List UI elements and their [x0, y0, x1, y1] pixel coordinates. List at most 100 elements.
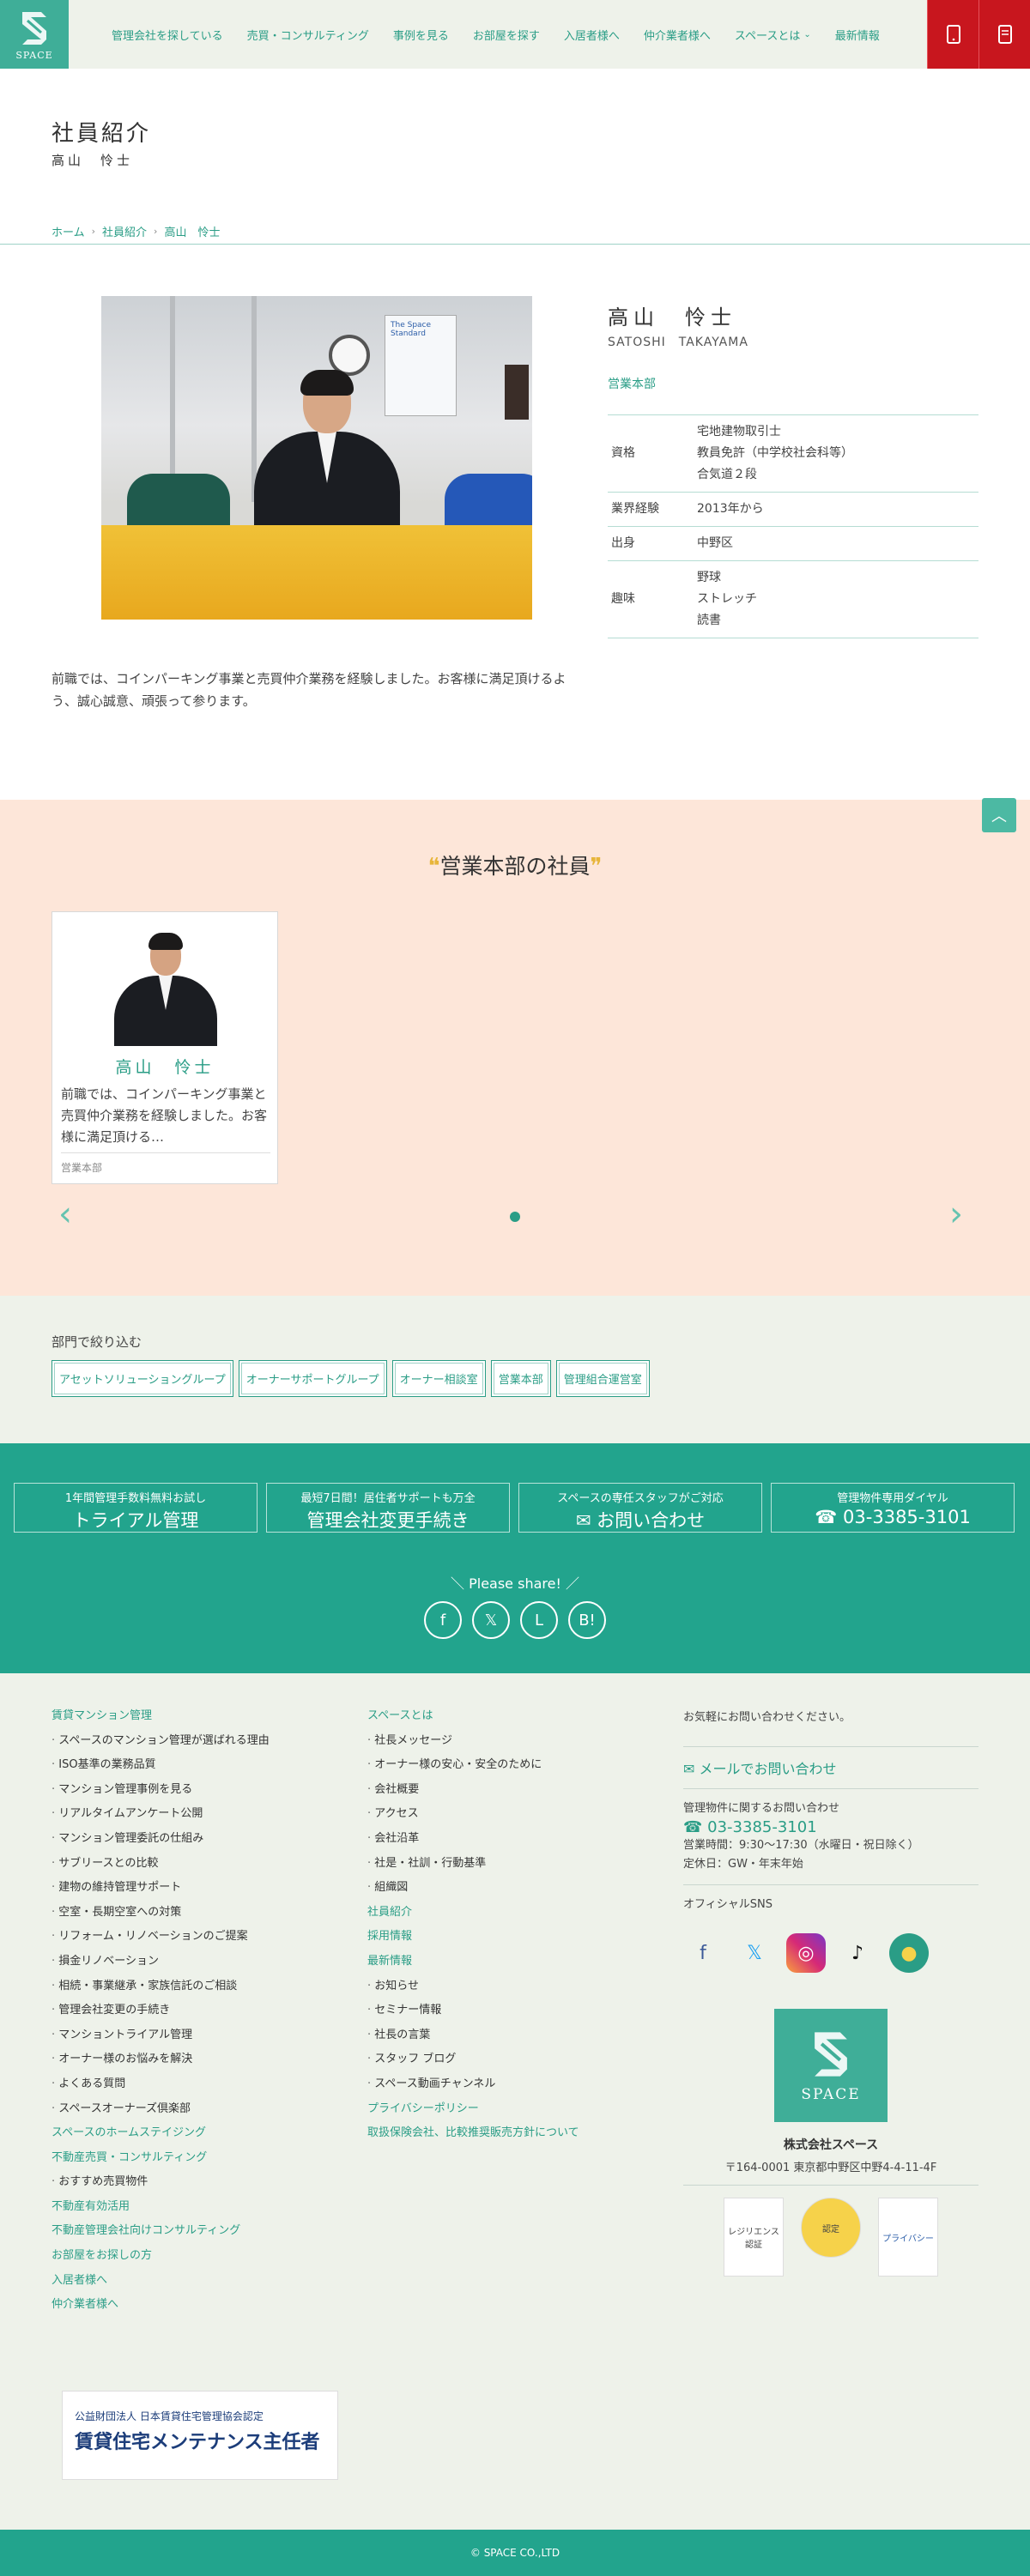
nav-sales-consulting[interactable]: 売買・コンサルティング — [235, 27, 381, 43]
footer-heading-link[interactable]: スペースのホームステイジング — [52, 2121, 343, 2146]
tiktok-icon[interactable]: ♪ — [838, 1933, 877, 1973]
filter-label: 部門で絞り込む — [52, 1334, 142, 1350]
nav-find-room[interactable]: お部屋を探す — [461, 27, 552, 43]
footer-link[interactable]: ISO基準の業務品質 — [52, 1753, 343, 1778]
footer-link[interactable]: サブリースとの比較 — [52, 1852, 343, 1877]
footer-link[interactable]: 相続・事業継承・家族信託のご相談 — [52, 1974, 343, 1999]
twitter-share-icon[interactable]: 𝕏 — [472, 1601, 510, 1639]
footer-heading-link[interactable]: プライバシーポリシー — [367, 2097, 659, 2122]
footer-heading-link[interactable]: 採用情報 — [367, 1925, 659, 1950]
mascot-icon[interactable]: ● — [889, 1933, 929, 1973]
footer-link[interactable]: マンション管理委託の仕組み — [52, 1827, 343, 1852]
header-phone-button[interactable] — [927, 0, 978, 69]
footer-contact: お気軽にお問い合わせください。 ✉ メールでお問い合わせ 管理物件に関するお問い… — [683, 1708, 978, 2277]
nav-brokers[interactable]: 仲介業者様へ — [632, 27, 723, 43]
filter-owner-consultation[interactable]: オーナー相談室 — [391, 1360, 486, 1397]
tel-lead: 管理物件に関するお問い合わせ — [683, 1802, 840, 1815]
breadcrumb-staff[interactable]: 社員紹介 — [102, 223, 147, 239]
footer-mail-link[interactable]: ✉ メールでお問い合わせ — [683, 1761, 837, 1777]
sns-label: オフィシャルSNS — [683, 1898, 772, 1911]
staff-section-title-text: 営業本部の社員 — [439, 854, 591, 879]
footer-heading-link[interactable]: 最新情報 — [367, 1950, 659, 1974]
filter-asset-solution[interactable]: アセットソリューショングループ — [52, 1360, 233, 1397]
sns-icons: f 𝕏 ◎ ♪ ● — [683, 1933, 978, 1973]
hatena-share-icon[interactable]: B! — [568, 1601, 606, 1639]
staff-name: 高山 怜士 — [608, 305, 736, 330]
staff-name-en: SATOSHI TAKAYAMA — [608, 336, 748, 349]
footer-link[interactable]: スペースオーナーズ倶楽部 — [52, 2097, 343, 2122]
facebook-share-icon[interactable]: f — [424, 1601, 462, 1639]
footer-link[interactable]: スタッフ ブログ — [367, 2047, 659, 2072]
footer-heading-link[interactable]: 不動産管理会社向けコンサルティング — [52, 2219, 343, 2244]
footer-link[interactable]: セミナー情報 — [367, 1999, 659, 2023]
site-logo[interactable]: SPACE — [0, 0, 69, 69]
footer-link[interactable]: 損金リノベーション — [52, 1950, 343, 1974]
footer-link[interactable]: 社是・社訓・行動基準 — [367, 1852, 659, 1877]
footer-heading-link[interactable]: お部屋をお探しの方 — [52, 2244, 343, 2269]
page-heading: 社員紹介 高山 怜士 — [52, 116, 151, 169]
cta-trial[interactable]: 1年間管理手数料無料お試し トライアル管理 — [14, 1483, 258, 1533]
footer-link[interactable]: アクセス — [367, 1802, 659, 1827]
footer-link[interactable]: オーナー様のお悩みを解決 — [52, 2047, 343, 2072]
footer-link[interactable]: 会社沿革 — [367, 1827, 659, 1852]
person-hair — [148, 933, 183, 950]
carousel-prev-icon[interactable]: ‹ — [58, 1194, 72, 1234]
filter-sales-hq[interactable]: 営業本部 — [490, 1360, 551, 1397]
footer-link[interactable]: 会社概要 — [367, 1778, 659, 1803]
nav-find-management[interactable]: 管理会社を探している — [100, 27, 235, 43]
breadcrumb-home[interactable]: ホーム — [52, 223, 85, 239]
footer-link[interactable]: スペース動画チャンネル — [367, 2072, 659, 2097]
footer-link[interactable]: リフォーム・リノベーションのご提案 — [52, 1925, 343, 1950]
mail-icon — [997, 25, 1012, 44]
footer-heading-link[interactable]: 社員紹介 — [367, 1901, 659, 1926]
nav-about[interactable]: スペースとは ⌄ — [723, 27, 823, 43]
nav-cases[interactable]: 事例を見る — [381, 27, 461, 43]
footer-link[interactable]: よくある質問 — [52, 2072, 343, 2097]
footer-heading-link[interactable]: 仲介業者様へ — [52, 2293, 343, 2318]
footer-heading-link[interactable]: 賃貸マンション管理 — [52, 1704, 343, 1729]
footer-link[interactable]: 管理会社変更の手続き — [52, 1999, 343, 2023]
staff-card[interactable]: 高山 怜士 前職では、コインパーキング事業と売買仲介業務を経験しました。お客様に… — [52, 911, 278, 1184]
footer-link[interactable]: マンショントライアル管理 — [52, 2023, 343, 2048]
footer-link[interactable]: マンション管理事例を見る — [52, 1778, 343, 1803]
footer-link[interactable]: 建物の維持管理サポート — [52, 1876, 343, 1901]
footer-link[interactable]: リアルタイムアンケート公開 — [52, 1802, 343, 1827]
cta-change[interactable]: 最短7日間！居住者サポートも万全 管理会社変更手続き — [266, 1483, 510, 1533]
footer-heading-link[interactable]: 取扱保険会社、比較推奨販売方針について — [367, 2121, 659, 2146]
nav-news[interactable]: 最新情報 — [823, 27, 892, 43]
privacy-mark-badge: プライバシー — [878, 2198, 938, 2277]
quote-close-icon: ❞ — [590, 854, 603, 880]
filter-association[interactable]: 管理組合運営室 — [555, 1360, 650, 1397]
footer-link[interactable]: スペースのマンション管理が選ばれる理由 — [52, 1729, 343, 1754]
footer-link[interactable]: 空室・長期空室への対策 — [52, 1901, 343, 1926]
line-share-icon[interactable]: L — [520, 1601, 558, 1639]
twitter-icon[interactable]: 𝕏 — [735, 1933, 774, 1973]
carousel-dot-active[interactable] — [510, 1212, 520, 1222]
instagram-icon[interactable]: ◎ — [786, 1933, 826, 1973]
staff-department-link[interactable]: 営業本部 — [608, 375, 656, 392]
footer-link[interactable]: オーナー様の安心・安全のために — [367, 1753, 659, 1778]
page-title: 社員紹介 — [52, 121, 152, 147]
footer-heading-link[interactable]: 不動産有効活用 — [52, 2195, 343, 2220]
info-value: 宅地建物取引士 教員免許（中学校社会科等） 合気道２段 — [694, 415, 978, 493]
breadcrumb-current: 高山 怜士 — [164, 227, 221, 239]
footer-link[interactable]: 社長メッセージ — [367, 1729, 659, 1754]
footer-heading-link[interactable]: スペースとは — [367, 1704, 659, 1729]
footer-link[interactable]: 組織図 — [367, 1876, 659, 1901]
facebook-icon[interactable]: f — [683, 1933, 723, 1973]
header-mail-button[interactable] — [978, 0, 1030, 69]
back-to-top-button[interactable]: ︿ — [982, 798, 1016, 832]
footer-heading-link[interactable]: 不動産売買・コンサルティング — [52, 2146, 343, 2171]
cta-phone[interactable]: 管理物件専用ダイヤル ☎ 03-3385-3101 — [771, 1483, 1015, 1533]
footer-logo[interactable]: SPACE — [774, 2009, 888, 2122]
nav-residents[interactable]: 入居者様へ — [552, 27, 632, 43]
footer-link[interactable]: お知らせ — [367, 1974, 659, 1999]
footer-link[interactable]: 社長の言葉 — [367, 2023, 659, 2048]
carousel-next-icon[interactable]: › — [949, 1194, 963, 1234]
cta-contact[interactable]: スペースの専任スタッフがご対応 ✉ お問い合わせ — [518, 1483, 762, 1533]
footer-heading-link[interactable]: 入居者様へ — [52, 2269, 343, 2294]
footer-tel-link[interactable]: ☎ 03-3385-3101 — [683, 1818, 817, 1836]
filter-owner-support[interactable]: オーナーサポートグループ — [238, 1360, 387, 1397]
footer-link[interactable]: おすすめ売買物件 — [52, 2170, 343, 2195]
breadcrumb-divider — [0, 244, 1030, 245]
